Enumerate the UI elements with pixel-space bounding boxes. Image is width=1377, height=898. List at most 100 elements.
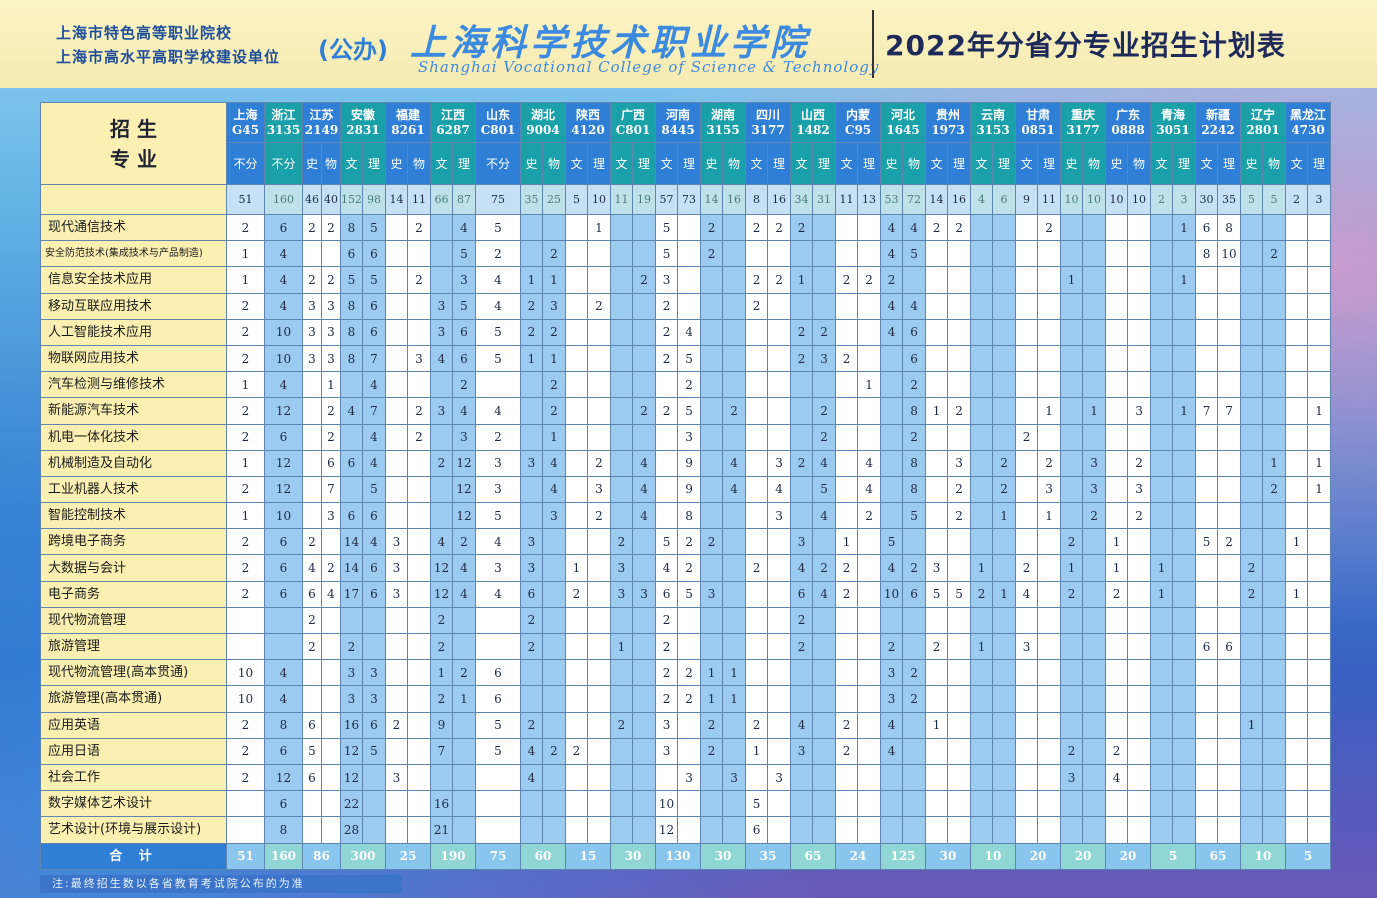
plan-cell	[321, 632, 341, 661]
plan-cell	[857, 816, 882, 844]
plan-cell	[947, 790, 972, 818]
plan-cell: 1	[1037, 397, 1062, 425]
plan-cell: 5	[902, 240, 927, 268]
track-total: 10	[587, 184, 611, 215]
plan-cell	[745, 397, 769, 425]
plan-cell	[925, 240, 949, 268]
plan-cell: 7	[430, 737, 453, 765]
plan-cell	[790, 763, 814, 792]
province-code: 6287	[436, 122, 470, 137]
plan-cell	[1105, 240, 1129, 268]
plan-cell: 2	[565, 737, 588, 765]
plan-cell	[880, 790, 904, 818]
major-row: 数字媒体艺术设计 6 22 16 10 5	[40, 790, 1332, 818]
plan-cell	[812, 659, 837, 687]
province-name: 上海	[233, 108, 258, 123]
province-name: 黑龙江	[1290, 108, 1327, 123]
plan-cell	[1195, 502, 1219, 530]
plan-cell: 10	[226, 659, 265, 687]
plan-cell	[475, 816, 521, 844]
major-name: 工业机器人技术	[40, 475, 227, 504]
plan-cell	[631, 318, 657, 346]
province-code: 0888	[1111, 122, 1145, 137]
plan-cell	[902, 266, 927, 294]
plan-cell	[407, 449, 431, 477]
plan-cell: 4	[475, 528, 521, 556]
province-header: 江苏 2149	[302, 102, 341, 143]
plan-cell	[631, 816, 657, 844]
major-name: 现代物流管理(高本贯通)	[40, 659, 227, 687]
plan-cell	[1015, 344, 1039, 373]
plan-cell	[1307, 790, 1332, 818]
plan-cell	[745, 449, 769, 477]
plan-cell	[790, 292, 814, 320]
plan-cell: 2	[321, 423, 341, 451]
plan-cell: 14	[340, 528, 363, 556]
plan-cell	[565, 213, 588, 242]
plan-cell	[1172, 371, 1197, 399]
major-row: 社会工作 2 12 6 12 3 4 3 3 3 3 4	[40, 763, 1332, 792]
plan-cell	[385, 397, 408, 425]
province-name: 贵州	[936, 108, 961, 123]
province-code: 2801	[1246, 122, 1280, 137]
plan-cell: 3	[790, 737, 814, 765]
plan-cell: 6	[264, 213, 303, 242]
major-name: 艺术设计(环境与展示设计)	[40, 816, 227, 844]
plan-cell: 1	[1307, 449, 1332, 477]
province-code: 3177	[751, 122, 785, 137]
plan-cell	[475, 763, 521, 792]
plan-cell	[1060, 606, 1084, 635]
major-row: 智能控制技术 1 10 3 6 6 12 5 3 2 4 8 3 4 2 5 2 1 1 2 2	[40, 502, 1332, 530]
plan-cell	[1037, 318, 1062, 346]
plan-cell	[362, 816, 386, 844]
plan-cell	[902, 790, 927, 818]
plan-cell: 5	[302, 737, 322, 765]
province-sum: 190	[430, 842, 476, 870]
plan-cell	[565, 632, 588, 661]
plan-table-wrapper: 招 生专 业上海 G45 浙江 3135 江苏 2149 安徽 2831 福建 8261 江西 628…	[40, 102, 1332, 870]
plan-cell	[1307, 606, 1332, 635]
plan-cell	[1105, 502, 1129, 530]
plan-cell	[857, 659, 882, 687]
province-sum: 30	[609, 842, 657, 870]
plan-cell	[745, 318, 769, 346]
track-total: 53	[880, 184, 904, 215]
plan-cell	[947, 737, 972, 765]
plan-cell: 2	[790, 632, 814, 661]
plan-cell	[321, 737, 341, 765]
plan-cell: 3	[767, 449, 792, 477]
province-header: 江西 6287	[430, 102, 476, 143]
corner-blank	[40, 184, 227, 215]
major-name: 现代通信技术	[40, 213, 227, 242]
plan-cell: 8	[340, 318, 363, 346]
plan-cell: 2	[902, 685, 927, 713]
plan-cell	[1082, 632, 1107, 661]
track-total: 4	[970, 184, 994, 215]
plan-cell	[1217, 292, 1242, 320]
track-total: 25	[542, 184, 566, 215]
plan-cell	[1105, 344, 1129, 373]
plan-cell	[700, 816, 724, 844]
plan-cell: 6	[362, 292, 386, 320]
plan-cell: 22	[340, 790, 363, 818]
major-name: 应用英语	[40, 711, 227, 739]
plan-cell	[226, 606, 265, 635]
plan-cell: 2	[226, 423, 265, 451]
plan-cell: 2	[321, 554, 341, 582]
plan-cell: 2	[226, 737, 265, 765]
plan-cell	[1060, 397, 1084, 425]
province-code: 1645	[886, 122, 920, 137]
plan-cell	[407, 816, 431, 844]
plan-cell	[542, 790, 566, 818]
plan-cell	[1105, 318, 1129, 346]
plan-cell	[1172, 502, 1197, 530]
plan-cell	[857, 423, 882, 451]
plan-cell: 6	[302, 580, 322, 608]
plan-cell: 5	[1195, 528, 1219, 556]
plan-cell: 3	[362, 685, 386, 713]
province-header: 云南 3153	[970, 102, 1017, 143]
plan-cell	[745, 659, 769, 687]
plan-cell	[1217, 318, 1242, 346]
plan-cell	[1127, 763, 1152, 792]
plan-cell	[812, 711, 837, 739]
